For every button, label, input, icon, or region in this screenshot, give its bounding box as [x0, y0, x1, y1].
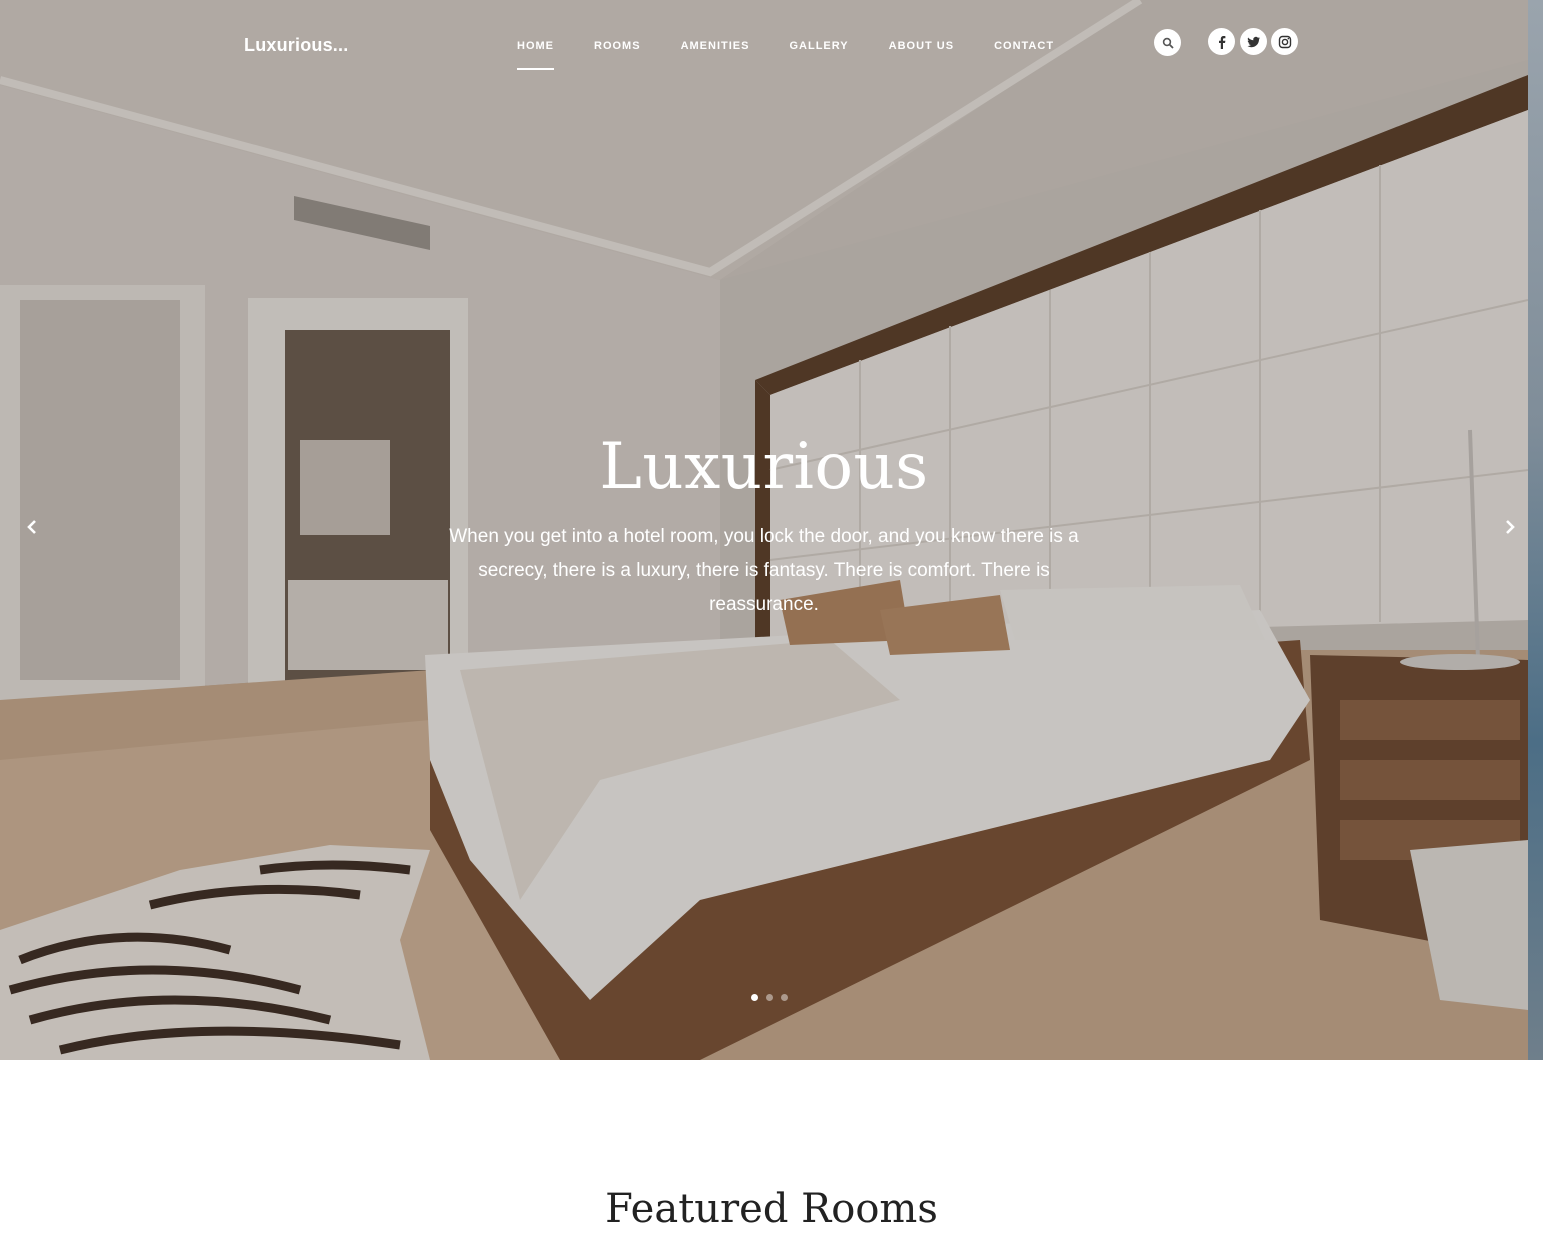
slider-dots [751, 994, 788, 1001]
instagram-button[interactable] [1271, 28, 1298, 55]
search-button[interactable] [1154, 29, 1181, 56]
facebook-button[interactable] [1208, 28, 1235, 55]
slider-prev-button[interactable] [20, 513, 44, 541]
twitter-button[interactable] [1240, 28, 1267, 55]
hero-description: When you get into a hotel room, you lock… [449, 526, 1079, 615]
nav-rooms[interactable]: ROOMS [594, 40, 641, 62]
facebook-icon [1218, 35, 1225, 49]
site-logo[interactable]: Luxurious... [244, 35, 348, 56]
chevron-left-icon [27, 520, 36, 534]
hero-slider: Luxurious... HOME ROOMS AMENITIES GALLER… [0, 0, 1528, 1060]
nav-gallery[interactable]: GALLERY [789, 40, 848, 62]
next-slide-peek [1528, 0, 1543, 1060]
hero-title: Luxurious [599, 430, 929, 504]
slider-dot-2[interactable] [766, 994, 773, 1001]
twitter-icon [1247, 36, 1260, 47]
instagram-icon [1278, 35, 1291, 48]
nav-contact[interactable]: CONTACT [994, 40, 1054, 62]
search-icon [1162, 37, 1174, 49]
slider-next-button[interactable] [1498, 513, 1522, 541]
nav-home[interactable]: HOME [517, 40, 554, 70]
featured-rooms-heading: Featured Rooms [605, 1186, 938, 1232]
chevron-right-icon [1506, 520, 1515, 534]
slider-dot-1[interactable] [751, 994, 758, 1001]
nav-about-us[interactable]: ABOUT US [889, 40, 954, 62]
nav-amenities[interactable]: AMENITIES [681, 40, 750, 62]
slider-dot-3[interactable] [781, 994, 788, 1001]
main-nav: HOME ROOMS AMENITIES GALLERY ABOUT US CO… [517, 40, 1094, 70]
